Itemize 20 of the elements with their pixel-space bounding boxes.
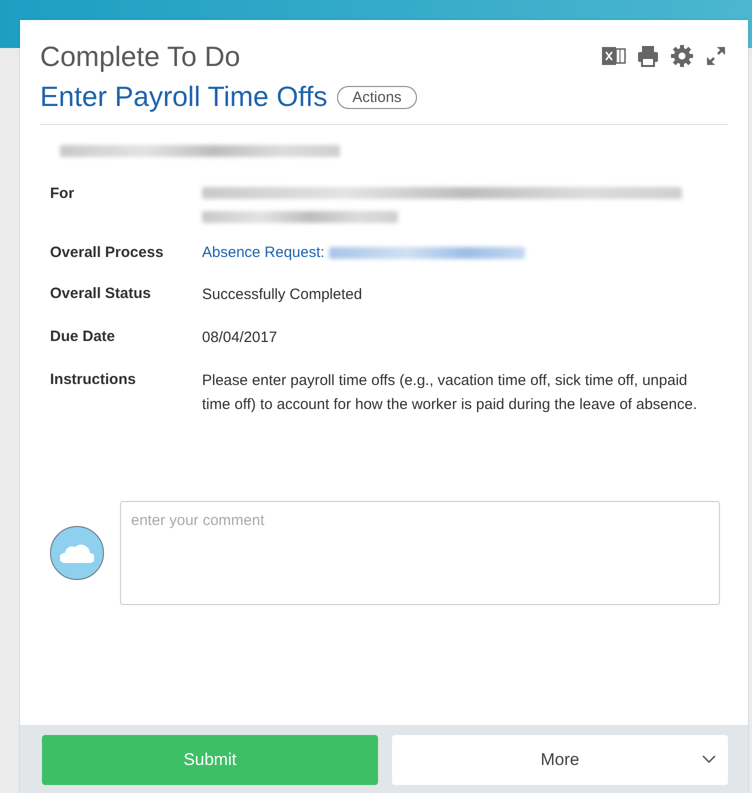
print-icon[interactable] <box>636 44 660 68</box>
avatar-icon <box>50 526 104 580</box>
task-title: Enter Payroll Time Offs <box>40 80 328 114</box>
more-button[interactable]: More <box>392 735 728 785</box>
field-value: 08/04/2017 <box>202 328 278 348</box>
field-value: Successfully Completed <box>202 285 364 305</box>
chevron-down-icon <box>702 754 716 764</box>
field-value: Please enter payroll time offs (e.g., vacation time off, sick time off, unpaid time off) to account for how the worker is paid during the leave of absence. <box>202 371 698 415</box>
spreadsheet-icon[interactable] <box>602 45 626 67</box>
field-label: Overall Status <box>50 284 152 304</box>
comment-field[interactable]: enter your comment <box>120 501 720 605</box>
field-label: For <box>50 184 76 204</box>
page-title: Complete To Do <box>40 40 240 74</box>
field-label: Overall Process <box>50 243 164 263</box>
field-label: Due Date <box>50 327 116 347</box>
actions-button[interactable]: Actions <box>337 86 417 108</box>
expand-icon[interactable] <box>704 44 728 68</box>
field-label: Instructions <box>50 370 137 390</box>
process-link[interactable]: Absence Request: <box>202 242 325 264</box>
settings-icon[interactable] <box>670 44 694 68</box>
